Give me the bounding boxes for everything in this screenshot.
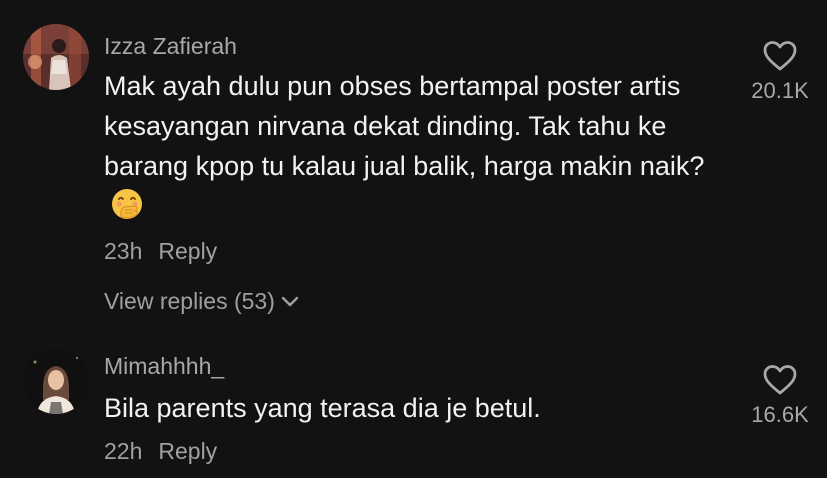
comment-username[interactable]: Izza Zafierah [104, 32, 237, 60]
comment-text-content: Bila parents yang terasa dia je betul. [104, 393, 541, 423]
avatar[interactable] [23, 348, 89, 414]
reply-button[interactable]: Reply [158, 438, 217, 464]
view-replies-button[interactable]: View replies (53) [104, 286, 299, 315]
heart-icon[interactable] [762, 364, 798, 396]
avatar[interactable] [23, 24, 89, 90]
comment-meta: 22h Reply [104, 437, 217, 465]
like-count: 20.1K [751, 78, 809, 103]
view-replies-label: View replies (53) [104, 288, 275, 314]
like-control: 20.1K [740, 40, 820, 104]
comment-item: Izza Zafierah Mak ayah dulu pun obses be… [0, 0, 827, 330]
heart-icon[interactable] [762, 40, 798, 72]
comment-text: Mak ayah dulu pun obses bertampal poster… [104, 66, 724, 226]
comment-meta: 23h Reply [104, 237, 217, 265]
comment-username[interactable]: Mimahhhh_ [104, 352, 224, 380]
comment-item: Mimahhhh_ Bila parents yang terasa dia j… [0, 330, 827, 478]
like-count: 16.6K [751, 402, 809, 427]
comment-text: Bila parents yang terasa dia je betul. [104, 388, 724, 428]
like-control: 16.6K [740, 364, 820, 428]
comment-text-content: Mak ayah dulu pun obses bertampal poster… [104, 71, 705, 181]
comment-time: 23h [104, 238, 143, 264]
chevron-down-icon [281, 286, 299, 307]
comment-time: 22h [104, 438, 143, 464]
face-with-hand-over-mouth-icon [110, 187, 144, 221]
reply-button[interactable]: Reply [158, 238, 217, 264]
